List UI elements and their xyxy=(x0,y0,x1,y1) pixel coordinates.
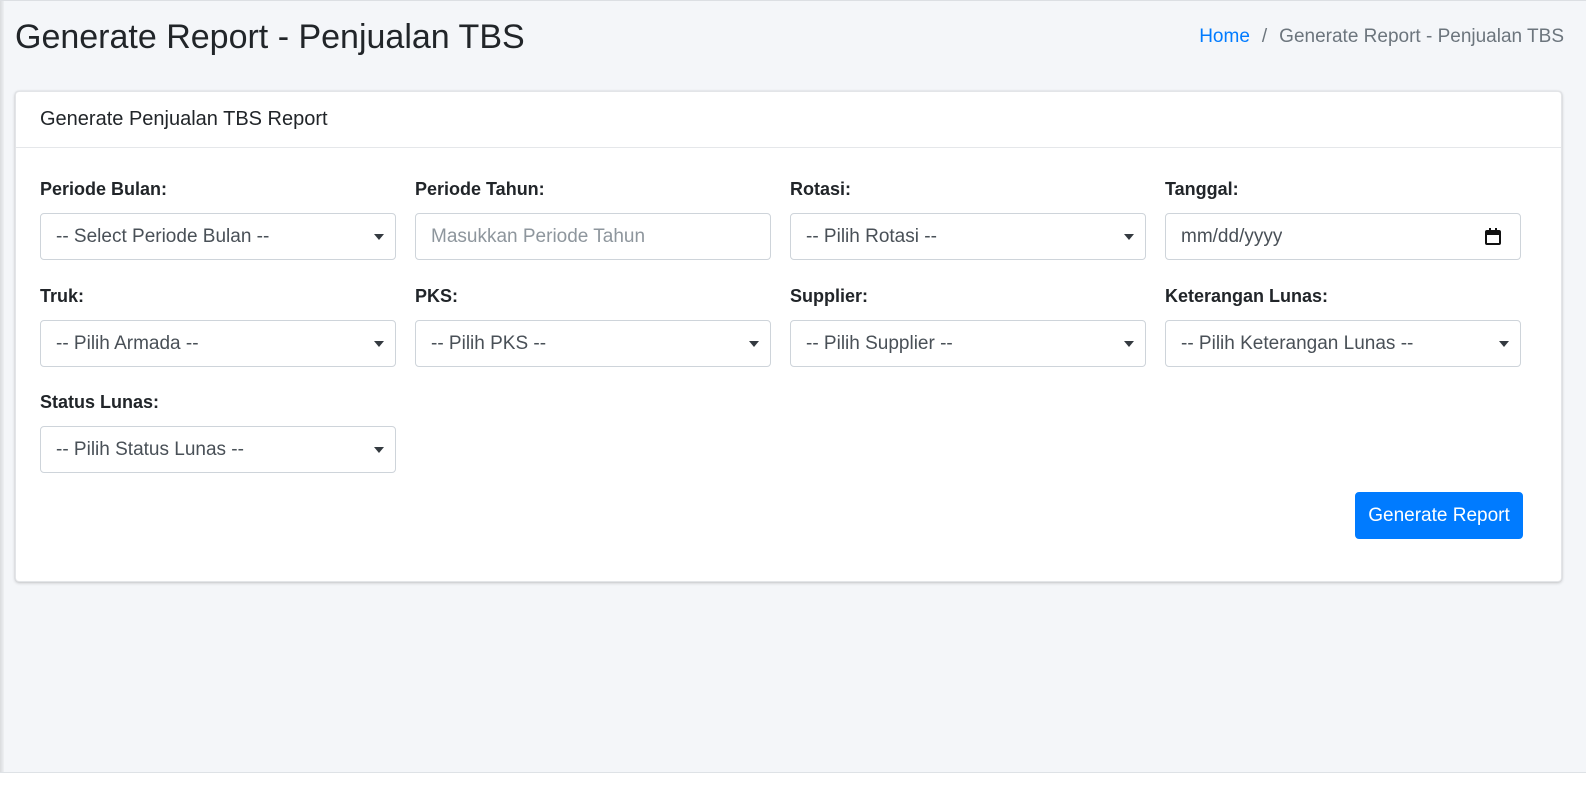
status-lunas-selected-value: -- Pilih Status Lunas -- xyxy=(56,438,244,460)
field-keterangan-lunas: Keterangan Lunas: -- Pilih Keterangan Lu… xyxy=(1165,284,1521,367)
pks-label: PKS: xyxy=(415,286,459,306)
caret-down-icon xyxy=(1124,341,1134,347)
periode-bulan-select[interactable]: -- Select Periode Bulan -- xyxy=(40,213,396,260)
periode-bulan-selected-value: -- Select Periode Bulan -- xyxy=(56,225,270,247)
window-left-edge xyxy=(0,0,4,787)
tanggal-date-input[interactable]: mm/dd/yyyy xyxy=(1165,213,1521,260)
periode-tahun-label: Periode Tahun: xyxy=(415,179,545,199)
content-wrapper: Generate Report - Penjualan TBS Home / G… xyxy=(15,0,1564,582)
caret-down-icon xyxy=(1124,234,1134,240)
keterangan-lunas-selected-value: -- Pilih Keterangan Lunas -- xyxy=(1181,332,1414,354)
report-card: Generate Penjualan TBS Report Periode Bu… xyxy=(15,91,1562,582)
page-header: Generate Report - Penjualan TBS Home / G… xyxy=(15,0,1564,88)
status-lunas-select[interactable]: -- Pilih Status Lunas -- xyxy=(40,426,396,473)
periode-tahun-input[interactable] xyxy=(415,213,771,260)
field-rotasi: Rotasi: -- Pilih Rotasi -- xyxy=(790,177,1146,260)
supplier-select[interactable]: -- Pilih Supplier -- xyxy=(790,320,1146,367)
truk-select[interactable]: -- Pilih Armada -- xyxy=(40,320,396,367)
footer-bar xyxy=(0,772,1586,788)
caret-down-icon xyxy=(749,341,759,347)
field-periode-bulan: Periode Bulan: -- Select Periode Bulan -… xyxy=(40,177,396,260)
supplier-label: Supplier: xyxy=(790,286,869,306)
truk-label: Truk: xyxy=(40,286,85,306)
field-tanggal: Tanggal: mm/dd/yyyy xyxy=(1165,177,1521,260)
caret-down-icon xyxy=(1499,341,1509,347)
field-truk: Truk: -- Pilih Armada -- xyxy=(40,284,396,367)
periode-bulan-label: Periode Bulan: xyxy=(40,179,168,199)
breadcrumb-home-link[interactable]: Home xyxy=(1199,26,1250,48)
caret-down-icon xyxy=(374,447,384,453)
keterangan-lunas-select[interactable]: -- Pilih Keterangan Lunas -- xyxy=(1165,320,1521,367)
breadcrumb-separator: / xyxy=(1261,26,1268,47)
rotasi-label: Rotasi: xyxy=(790,179,852,199)
field-periode-tahun: Periode Tahun: xyxy=(415,177,771,260)
breadcrumb-current: Generate Report - Penjualan TBS xyxy=(1279,26,1564,47)
tanggal-label: Tanggal: xyxy=(1165,179,1239,199)
rotasi-select[interactable]: -- Pilih Rotasi -- xyxy=(790,213,1146,260)
caret-down-icon xyxy=(374,234,384,240)
truk-selected-value: -- Pilih Armada -- xyxy=(56,332,199,354)
field-status-lunas: Status Lunas: -- Pilih Status Lunas -- xyxy=(40,390,396,473)
rotasi-selected-value: -- Pilih Rotasi -- xyxy=(806,225,937,247)
page-title: Generate Report - Penjualan TBS xyxy=(15,18,525,56)
pks-select[interactable]: -- Pilih PKS -- xyxy=(415,320,771,367)
caret-down-icon xyxy=(374,341,384,347)
pks-selected-value: -- Pilih PKS -- xyxy=(431,332,547,354)
keterangan-lunas-label: Keterangan Lunas: xyxy=(1165,286,1329,306)
generate-report-button[interactable]: Generate Report xyxy=(1355,492,1523,539)
supplier-selected-value: -- Pilih Supplier -- xyxy=(806,332,953,354)
card-title: Generate Penjualan TBS Report xyxy=(40,108,328,130)
card-header: Generate Penjualan TBS Report xyxy=(16,92,1561,148)
calendar-icon[interactable] xyxy=(1485,228,1501,245)
field-pks: PKS: -- Pilih PKS -- xyxy=(415,284,771,367)
field-supplier: Supplier: -- Pilih Supplier -- xyxy=(790,284,1146,367)
tanggal-value: mm/dd/yyyy xyxy=(1181,225,1283,247)
breadcrumb: Home / Generate Report - Penjualan TBS xyxy=(1199,26,1564,48)
status-lunas-label: Status Lunas: xyxy=(40,392,160,412)
